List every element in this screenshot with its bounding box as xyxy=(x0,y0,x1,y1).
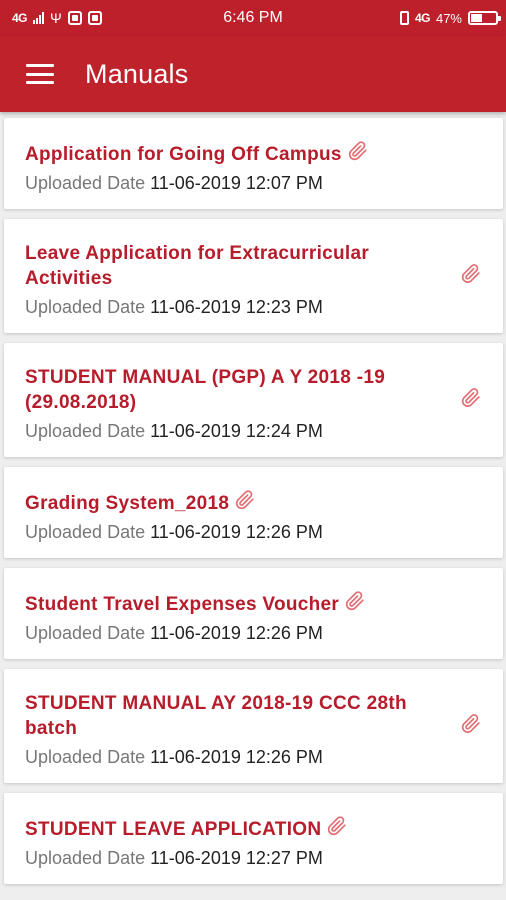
battery-fill xyxy=(471,14,482,22)
uploaded-date-label: Uploaded Date xyxy=(25,522,146,542)
status-bar: 4G Ψ 6:46 PM 4G 47% xyxy=(0,0,506,36)
page-title: Manuals xyxy=(85,58,189,89)
uploaded-date-label: Uploaded Date xyxy=(25,623,146,643)
manual-title-row: Student Travel Expenses Voucher xyxy=(25,590,457,617)
manual-title-row: Grading System_2018 xyxy=(25,489,457,516)
uploaded-date-value: 11-06-2019 12:26 PM xyxy=(150,747,323,767)
paperclip-icon[interactable] xyxy=(461,387,481,409)
uploaded-date-value: 11-06-2019 12:07 PM xyxy=(150,173,323,193)
manual-title: STUDENT MANUAL (PGP) A Y 2018 -19 (29.08… xyxy=(25,367,386,413)
uploaded-date-label: Uploaded Date xyxy=(25,421,146,441)
manual-title: Leave Application for Extracurricular Ac… xyxy=(25,243,370,289)
uploaded-date-label: Uploaded Date xyxy=(25,173,146,193)
manual-title-row: Application for Going Off Campus xyxy=(25,140,457,167)
notification-app-icon xyxy=(67,11,82,25)
manual-meta: Uploaded Date 11-06-2019 12:07 PM xyxy=(25,171,457,195)
uploaded-date-label: Uploaded Date xyxy=(25,848,146,868)
paperclip-icon[interactable] xyxy=(348,140,368,162)
uploaded-date-value: 11-06-2019 12:23 PM xyxy=(150,297,323,317)
uploaded-date-label: Uploaded Date xyxy=(25,297,146,317)
paperclip-icon[interactable] xyxy=(235,489,255,511)
manual-meta: Uploaded Date 11-06-2019 12:24 PM xyxy=(25,419,457,443)
app-bar: Manuals xyxy=(0,36,506,112)
manual-card[interactable]: Leave Application for Extracurricular Ac… xyxy=(4,219,503,333)
network-type-right-label: 4G xyxy=(414,11,431,25)
manual-meta: Uploaded Date 11-06-2019 12:26 PM xyxy=(25,745,457,769)
battery-icon xyxy=(468,11,501,25)
manual-meta: Uploaded Date 11-06-2019 12:26 PM xyxy=(25,520,457,544)
notification-app-icon-2 xyxy=(87,11,102,25)
manual-card[interactable]: STUDENT MANUAL (PGP) A Y 2018 -19 (29.08… xyxy=(4,343,503,457)
uploaded-date-value: 11-06-2019 12:24 PM xyxy=(150,421,323,441)
battery-percent: 47% xyxy=(435,10,462,26)
uploaded-date-value: 11-06-2019 12:26 PM xyxy=(150,522,323,542)
manual-meta: Uploaded Date 11-06-2019 12:23 PM xyxy=(25,295,457,319)
status-bar-left: 4G Ψ xyxy=(12,10,102,26)
paperclip-icon[interactable] xyxy=(345,590,365,612)
uploaded-date-label: Uploaded Date xyxy=(25,747,146,767)
vibrate-icon xyxy=(399,11,409,25)
manual-meta: Uploaded Date 11-06-2019 12:27 PM xyxy=(25,846,457,870)
signal-strength-icon xyxy=(33,12,45,24)
manual-card[interactable]: Application for Going Off Campus Uploade… xyxy=(4,118,503,209)
manual-card[interactable]: Grading System_2018 Uploaded Date 11-06-… xyxy=(4,467,503,558)
manual-title-row: STUDENT LEAVE APPLICATION xyxy=(25,815,457,842)
manuals-list: Application for Going Off Campus Uploade… xyxy=(0,112,506,900)
paperclip-icon[interactable] xyxy=(461,263,481,285)
manual-title: Student Travel Expenses Voucher xyxy=(25,594,340,615)
hamburger-menu-icon[interactable] xyxy=(26,64,54,84)
manual-card[interactable]: STUDENT LEAVE APPLICATION Uploaded Date … xyxy=(4,793,503,884)
uploaded-date-value: 11-06-2019 12:27 PM xyxy=(150,848,323,868)
manual-title: Grading System_2018 xyxy=(25,493,230,514)
usb-icon: Ψ xyxy=(50,10,62,26)
manual-title: STUDENT MANUAL AY 2018-19 CCC 28th batch xyxy=(25,693,407,739)
manual-card[interactable]: Student Travel Expenses Voucher Uploaded… xyxy=(4,568,503,659)
status-bar-right: 4G 47% xyxy=(399,10,501,26)
manual-meta: Uploaded Date 11-06-2019 12:26 PM xyxy=(25,621,457,645)
manual-title: STUDENT LEAVE APPLICATION xyxy=(25,819,322,840)
paperclip-icon[interactable] xyxy=(327,815,347,837)
manual-card[interactable]: STUDENT MANUAL AY 2018-19 CCC 28th batch… xyxy=(4,669,503,783)
paperclip-icon[interactable] xyxy=(461,713,481,735)
network-type-label: 4G xyxy=(12,11,28,25)
uploaded-date-value: 11-06-2019 12:26 PM xyxy=(150,623,323,643)
manual-title: Application for Going Off Campus xyxy=(25,144,342,165)
